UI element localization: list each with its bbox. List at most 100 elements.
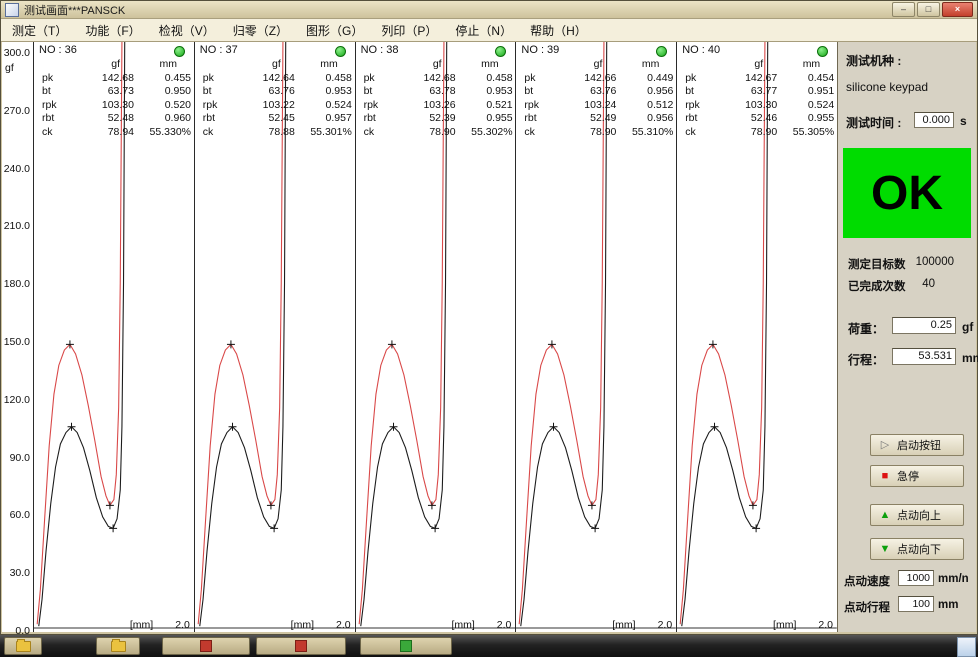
maximize-button[interactable]: □ (917, 2, 940, 17)
y-tick-8: 60.0 (10, 509, 30, 521)
y-tick-4: 180.0 (4, 278, 30, 290)
emergency-stop-label: 急停 (897, 468, 919, 484)
menu-item-6[interactable]: 停止（N） (446, 20, 521, 41)
row-label: pk (516, 72, 546, 86)
menu-item-2[interactable]: 检视（V） (150, 20, 224, 41)
menu-item-4[interactable]: 图形（G） (297, 20, 372, 41)
row-mm-value: 55.305% (777, 126, 834, 140)
row-label: ck (195, 126, 225, 140)
row-label: ck (516, 126, 546, 140)
tray-fragment[interactable] (957, 637, 976, 657)
row-gf-value: 103.26 (386, 99, 456, 113)
y-tick-1: 270.0 (4, 105, 30, 117)
y-tick-9: 30.0 (10, 567, 30, 579)
panel-measurement-table: gfmmpk142.680.458bt63.780.953rpk103.260.… (356, 58, 514, 139)
window-green-icon (400, 640, 412, 652)
row-label: rpk (356, 99, 386, 113)
load-input[interactable]: 0.25 (892, 317, 956, 334)
row-mm-value: 0.454 (777, 72, 834, 86)
table-row: pk142.640.458 (195, 72, 353, 86)
row-mm-value: 0.956 (616, 85, 673, 99)
menu-item-0[interactable]: 测定（T） (3, 20, 76, 41)
row-gf-value: 103.22 (225, 99, 295, 113)
taskbar-item-4[interactable] (360, 637, 452, 655)
row-gf-value: 78.90 (386, 126, 456, 140)
table-row: rbt52.450.957 (195, 112, 353, 126)
table-row: rbt52.490.956 (516, 112, 674, 126)
row-mm-value: 55.301% (295, 126, 352, 140)
row-gf-value: 63.76 (546, 85, 616, 99)
table-header-row: gfmm (356, 58, 514, 72)
row-mm-value: 55.302% (456, 126, 513, 140)
completed-count-value: 40 (922, 278, 935, 290)
x-axis-max: 2.0 (175, 619, 190, 631)
completed-count-label: 已完成次数 (848, 278, 906, 294)
row-gf-value: 142.68 (64, 72, 134, 86)
taskbar-item-2[interactable] (162, 637, 250, 655)
menu-item-5[interactable]: 列印（P） (372, 20, 446, 41)
x-axis-unit: [mm] (612, 619, 635, 631)
test-time-unit: s (960, 114, 967, 128)
y-tick-6: 120.0 (4, 394, 30, 406)
taskbar-item-1[interactable] (96, 637, 140, 655)
row-mm-value: 55.330% (134, 126, 191, 140)
table-row: pk142.680.455 (34, 72, 192, 86)
table-row: rbt52.460.955 (677, 112, 835, 126)
jog-speed-unit: mm/n (938, 573, 969, 585)
menu-item-7[interactable]: 帮助（H） (521, 20, 596, 41)
y-tick-7: 90.0 (10, 452, 30, 464)
jog-stroke-input[interactable]: 100 (898, 596, 934, 612)
gf-column-header: gf (707, 58, 777, 72)
app-icon (5, 3, 19, 17)
row-label: rpk (195, 99, 225, 113)
jog-speed-label: 点动速度 (844, 573, 890, 589)
row-mm-value: 0.953 (295, 85, 352, 99)
panel-title: NO : 39 (521, 44, 559, 56)
mm-column-header: mm (777, 58, 834, 72)
jog-speed-input[interactable]: 1000 (898, 570, 934, 586)
emergency-stop-button[interactable]: ■ 急停 (870, 465, 964, 487)
row-mm-value: 0.957 (295, 112, 352, 126)
minimize-button[interactable]: – (892, 2, 915, 17)
table-row: ck78.9055.305% (677, 126, 835, 140)
table-row: rpk103.300.524 (677, 99, 835, 113)
title-bar[interactable]: 测试画面***PANSCK – □ × (1, 1, 977, 19)
mm-column-header: mm (134, 58, 191, 72)
target-count-label: 测定目标数 (848, 256, 906, 272)
row-gf-value: 52.39 (386, 112, 456, 126)
taskbar-item-3[interactable] (256, 637, 346, 655)
window-title: 测试画面***PANSCK (24, 2, 125, 18)
row-mm-value: 0.458 (295, 72, 352, 86)
jog-up-button[interactable]: ▲ 点动向上 (870, 504, 964, 526)
taskbar-item-0[interactable] (4, 637, 42, 655)
row-gf-value: 63.78 (386, 85, 456, 99)
chart-panel-1: NO : 37gfmmpk142.640.458bt63.760.953rpk1… (194, 42, 355, 632)
y-tick-2: 240.0 (4, 163, 30, 175)
mm-column-header: mm (456, 58, 513, 72)
menu-item-3[interactable]: 归零（Z） (224, 20, 297, 41)
table-header-spacer (34, 58, 64, 72)
row-gf-value: 63.76 (225, 85, 295, 99)
menu-bar: 测定（T）功能（F）检视（V）归零（Z）图形（G）列印（P）停止（N）帮助（H） (1, 19, 977, 42)
row-gf-value: 78.94 (64, 126, 134, 140)
table-header-row: gfmm (195, 58, 353, 72)
arrow-up-icon: ▲ (879, 510, 891, 521)
chart-panel-2: NO : 38gfmmpk142.680.458bt63.780.953rpk1… (355, 42, 516, 632)
row-mm-value: 0.524 (295, 99, 352, 113)
row-mm-value: 0.520 (134, 99, 191, 113)
panel-title: NO : 37 (200, 44, 238, 56)
start-button[interactable]: ▷ 启动按钮 (870, 434, 964, 456)
menu-item-1[interactable]: 功能（F） (76, 20, 149, 41)
jog-down-button[interactable]: ▼ 点动向下 (870, 538, 964, 560)
x-axis-unit: [mm] (451, 619, 474, 631)
row-gf-value: 103.30 (64, 99, 134, 113)
x-axis-labels: [mm]2.0 (516, 619, 672, 631)
close-button[interactable]: × (942, 2, 973, 17)
x-axis-labels: [mm]2.0 (34, 619, 190, 631)
stroke-input[interactable]: 53.531 (892, 348, 956, 365)
table-row: ck78.9455.330% (34, 126, 192, 140)
status-green-dot (817, 46, 828, 57)
x-axis-labels: [mm]2.0 (356, 619, 512, 631)
mm-column-header: mm (616, 58, 673, 72)
row-label: ck (677, 126, 707, 140)
